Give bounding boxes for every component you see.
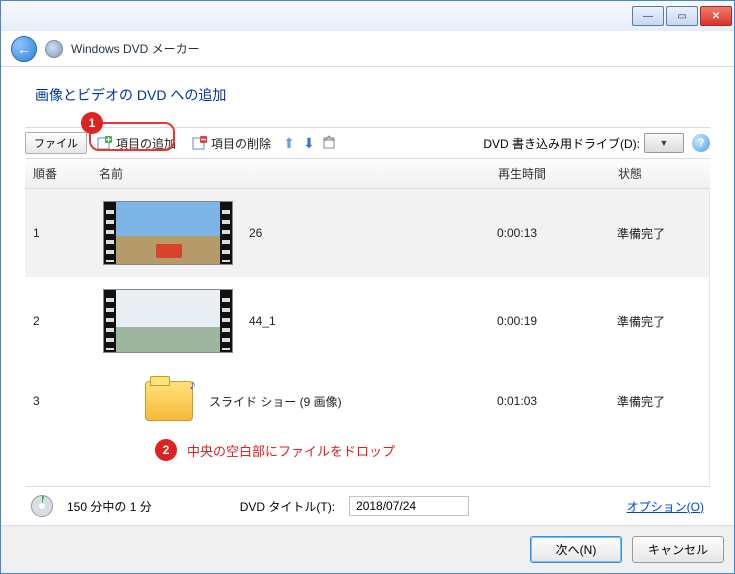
page-heading: 画像とビデオの DVD への追加 bbox=[25, 85, 710, 105]
window: — ▭ ✕ ← Windows DVD メーカー 画像とビデオの DVD への追… bbox=[0, 0, 735, 574]
window-buttons: — ▭ ✕ bbox=[632, 6, 732, 26]
row-status: 準備完了 bbox=[609, 387, 709, 416]
back-button[interactable]: ← bbox=[11, 36, 37, 62]
app-title: Windows DVD メーカー bbox=[71, 40, 200, 57]
list-body[interactable]: 1 26 0:00:13 準備完了 2 44_1 0: bbox=[25, 189, 710, 486]
row-duration: 0:00:19 bbox=[489, 308, 609, 334]
titlebar: — ▭ ✕ bbox=[1, 1, 734, 31]
slideshow-folder-icon bbox=[145, 381, 193, 421]
list-header: 順番 名前 再生時間 状態 bbox=[25, 159, 710, 189]
annotation-drop-text: 中央の空白部にファイルをドロップ bbox=[187, 441, 395, 460]
move-down-button[interactable]: ⬇ bbox=[301, 135, 317, 151]
list-item[interactable]: 2 44_1 0:00:19 準備完了 bbox=[25, 277, 709, 365]
add-item-button[interactable]: 項目の追加 bbox=[91, 133, 182, 154]
header-bar: ← Windows DVD メーカー bbox=[1, 31, 734, 67]
row-status: 準備完了 bbox=[609, 307, 709, 336]
annotation-badge-1: 1 bbox=[81, 112, 103, 134]
row-order: 1 bbox=[25, 220, 91, 246]
col-status[interactable]: 状態 bbox=[610, 159, 710, 188]
app-icon bbox=[45, 40, 63, 58]
options-link[interactable]: オプション(O) bbox=[627, 498, 704, 515]
row-name: スライド ショー (9 画像) bbox=[209, 393, 342, 410]
close-button[interactable]: ✕ bbox=[700, 6, 732, 26]
content-area: 画像とビデオの DVD への追加 1 ファイル 項目の追加 項目の削除 ⬆ ⬇ bbox=[1, 67, 734, 525]
video-thumbnail bbox=[103, 289, 233, 353]
remove-item-label: 項目の削除 bbox=[211, 135, 271, 152]
col-duration[interactable]: 再生時間 bbox=[490, 159, 610, 188]
next-button[interactable]: 次へ(N) bbox=[530, 536, 622, 563]
list-item[interactable]: 3 スライド ショー (9 画像) 0:01:03 準備完了 bbox=[25, 365, 709, 437]
add-item-icon bbox=[97, 135, 113, 151]
rotate-button[interactable] bbox=[321, 135, 337, 151]
toolbar: 1 ファイル 項目の追加 項目の削除 ⬆ ⬇ DVD 書き込み用 bbox=[25, 127, 710, 159]
disc-usage-icon bbox=[31, 495, 53, 517]
col-order[interactable]: 順番 bbox=[25, 159, 91, 188]
minimize-button[interactable]: — bbox=[632, 6, 664, 26]
disc-usage-text: 150 分中の 1 分 bbox=[67, 498, 152, 515]
row-order: 3 bbox=[25, 388, 91, 414]
burner-drive-dropdown[interactable]: ▼ bbox=[644, 133, 684, 153]
cancel-button[interactable]: キャンセル bbox=[632, 536, 724, 563]
col-name[interactable]: 名前 bbox=[91, 159, 490, 188]
status-bar: 150 分中の 1 分 DVD タイトル(T): オプション(O) bbox=[25, 486, 710, 525]
dvd-title-input[interactable] bbox=[349, 496, 469, 516]
video-thumbnail bbox=[103, 201, 233, 265]
file-button[interactable]: ファイル bbox=[25, 132, 87, 154]
row-duration: 0:01:03 bbox=[489, 388, 609, 414]
maximize-button[interactable]: ▭ bbox=[666, 6, 698, 26]
remove-item-button[interactable]: 項目の削除 bbox=[186, 133, 277, 154]
footer: 次へ(N) キャンセル bbox=[1, 525, 734, 573]
remove-item-icon bbox=[192, 135, 208, 151]
move-up-button[interactable]: ⬆ bbox=[281, 135, 297, 151]
row-duration: 0:00:13 bbox=[489, 220, 609, 246]
add-item-label: 項目の追加 bbox=[116, 135, 176, 152]
help-button[interactable]: ? bbox=[692, 134, 710, 152]
annotation-badge-2: 2 bbox=[155, 439, 177, 461]
annotation-drop-hint: 2 中央の空白部にファイルをドロップ bbox=[155, 439, 395, 461]
list-item[interactable]: 1 26 0:00:13 準備完了 bbox=[25, 189, 709, 277]
row-status: 準備完了 bbox=[609, 219, 709, 248]
dvd-title-label: DVD タイトル(T): bbox=[240, 498, 335, 515]
row-name: 26 bbox=[249, 226, 262, 240]
arrow-left-icon: ← bbox=[17, 41, 31, 57]
burner-drive-label: DVD 書き込み用ドライブ(D): bbox=[483, 135, 640, 152]
row-name: 44_1 bbox=[249, 314, 276, 328]
row-order: 2 bbox=[25, 308, 91, 334]
